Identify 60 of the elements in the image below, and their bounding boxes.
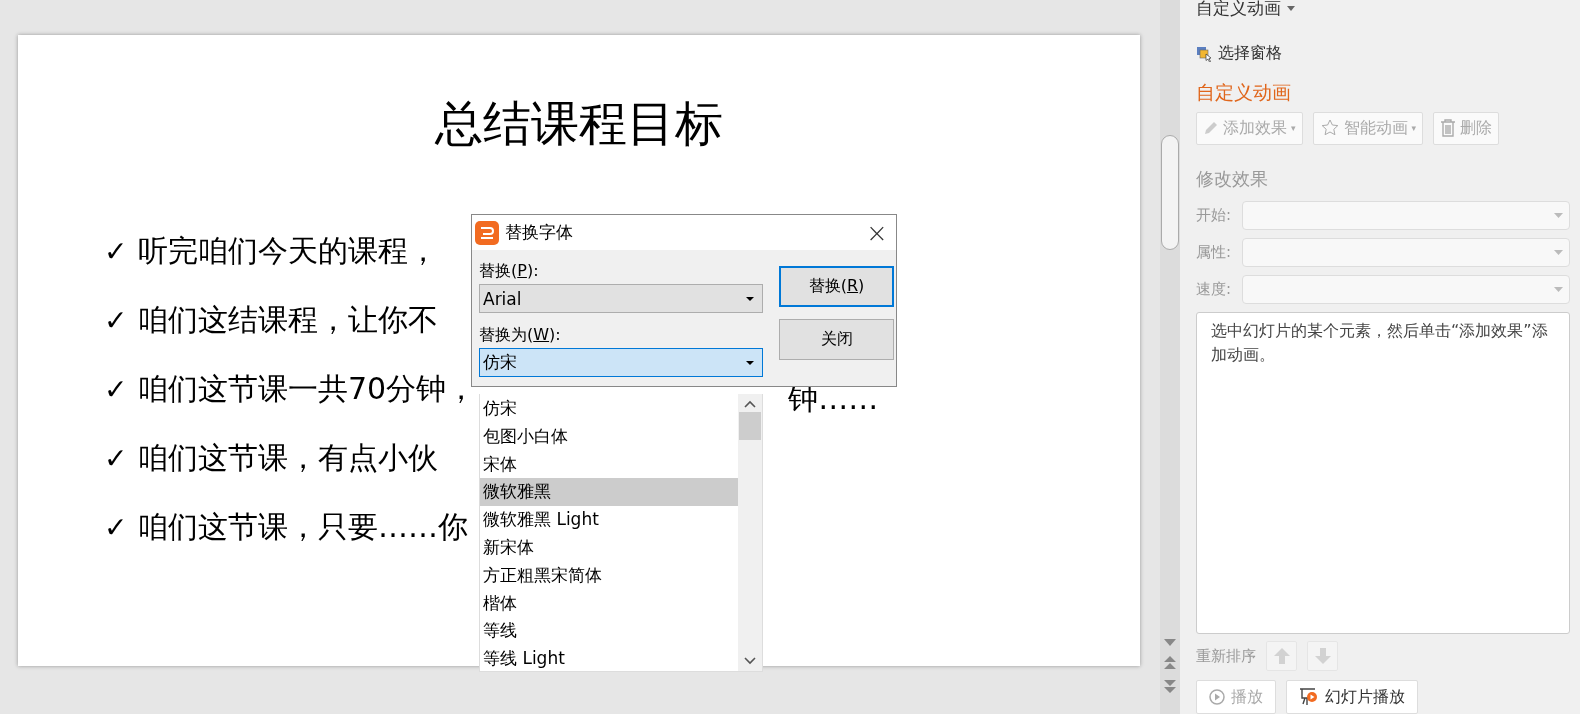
font-select[interactable]: Arial (479, 284, 763, 313)
font-option[interactable]: 宋体 (480, 450, 738, 479)
field-label: 替换为(W): (479, 324, 562, 346)
dialog-title: 替换字体 (505, 221, 574, 244)
check-mark: ✓ (104, 304, 129, 337)
font-option[interactable]: 微软雅黑 Light (480, 506, 738, 534)
caret-icon (746, 360, 754, 365)
field-label: 开始: (1196, 205, 1233, 225)
next-page-icon[interactable] (1164, 680, 1176, 694)
scroll-down-icon[interactable] (744, 657, 756, 665)
font-option[interactable]: 包图小白体 (480, 422, 738, 451)
caret-icon (746, 296, 754, 301)
caret-icon[interactable] (1287, 6, 1295, 12)
pencil-icon (1203, 120, 1219, 137)
font-option[interactable]: 等线 Light (480, 645, 738, 673)
check-mark: ✓ (104, 511, 129, 544)
bullet-text: 咱们这节课，只要……你 (138, 508, 468, 546)
hint-text: 选中幻灯片的某个元素，然后单击“添加效果”添加动画。 (1196, 311, 1570, 635)
font-option[interactable]: 新宋体 (480, 534, 738, 562)
reorder-label: 重新排序 (1196, 646, 1256, 666)
scrollbar-thumb[interactable] (739, 412, 761, 440)
font-option[interactable]: 楷体 (480, 589, 738, 618)
scroll-up-icon[interactable] (744, 400, 756, 408)
caret-icon (1554, 212, 1563, 218)
caret-icon (1554, 286, 1563, 292)
trash-icon (1440, 119, 1457, 138)
font-option[interactable]: 仿宋 (480, 395, 738, 423)
section-title: 修改效果 (1196, 166, 1269, 191)
section-title: 自定义动画 (1196, 79, 1292, 105)
slide-title: 总结课程目标 (435, 94, 723, 153)
selection-pane-link[interactable]: 选择窗格 (1218, 43, 1282, 65)
caret-icon: ▾ (1411, 123, 1417, 134)
slideshow-button[interactable]: 幻灯片播放 (1286, 680, 1418, 714)
slideshow-icon (1299, 688, 1319, 706)
caret-icon (1554, 249, 1563, 255)
bullet-text: 听完咱们今天的课程， (138, 232, 438, 270)
scrollbar-thumb[interactable] (1161, 135, 1179, 250)
font-option[interactable]: 等线 (480, 617, 738, 646)
font-option[interactable]: 微软雅黑 (480, 478, 738, 507)
dialog-button[interactable]: 替换(R) (779, 266, 894, 307)
dialog-button[interactable]: 关闭 (779, 319, 894, 360)
previous-page-icon[interactable] (1164, 656, 1176, 670)
caret-icon: ▾ (1291, 123, 1296, 134)
selection-pane-icon (1196, 45, 1212, 62)
check-mark: ✓ (104, 373, 129, 406)
field-label: 速度: (1196, 279, 1233, 299)
field-label: 属性: (1196, 242, 1233, 262)
field-label: 替换(P): (479, 260, 540, 282)
play-icon (1209, 689, 1225, 705)
bullet-text: 咱们这节课，有点小伙 (138, 439, 438, 477)
font-select[interactable]: 仿宋 (479, 348, 763, 377)
check-mark: ✓ (104, 235, 129, 268)
pane-header[interactable]: 自定义动画 (1196, 0, 1281, 21)
app-logo-icon (475, 220, 499, 245)
bullet-text: 钟…… (788, 380, 879, 418)
bullet-text: 咱们这结课程，让你不 (138, 301, 438, 339)
close-button[interactable]: × (864, 217, 890, 248)
font-option[interactable]: 方正粗黑宋简体 (480, 561, 738, 590)
check-mark: ✓ (104, 442, 129, 475)
bullet-text: 咱们这节课一共70分钟， (138, 370, 477, 408)
